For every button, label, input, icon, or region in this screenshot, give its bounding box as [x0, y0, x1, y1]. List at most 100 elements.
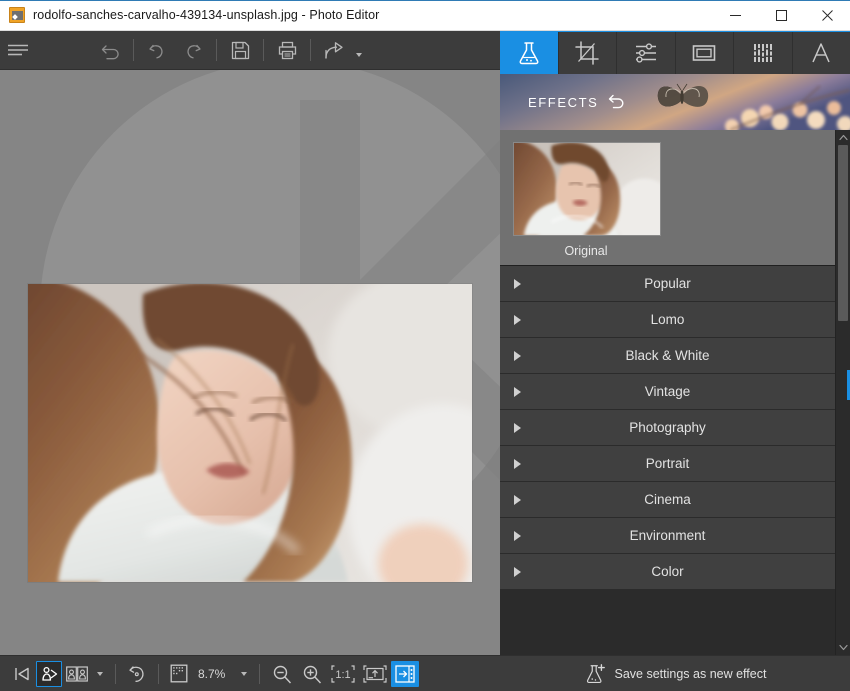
status-divider-2: [158, 663, 159, 684]
chevron-right-icon: [514, 386, 521, 397]
tab-frame[interactable]: [676, 31, 734, 74]
scrollbar-thumb[interactable]: [838, 145, 848, 321]
chevron-up-icon: [838, 134, 848, 141]
flask-icon: [519, 41, 539, 64]
scroll-up-button[interactable]: [836, 130, 850, 145]
panel-tabs: [500, 31, 850, 74]
zoom-dropdown-caret[interactable]: [236, 661, 252, 687]
undo-button[interactable]: [139, 31, 175, 70]
toolbar-divider-2: [216, 39, 217, 61]
title-accent-line: [0, 0, 850, 1]
chevron-down-icon: [97, 671, 103, 676]
minimize-button[interactable]: [712, 0, 758, 31]
save-settings-as-new-effect-button[interactable]: Save settings as new effect: [500, 655, 850, 691]
save-button[interactable]: [222, 31, 258, 70]
effects-header-title: EFFECTS: [528, 94, 599, 110]
original-label: Original: [564, 244, 608, 258]
chevron-right-icon: [514, 530, 521, 541]
category-row-black-and-white[interactable]: Black & White: [500, 338, 835, 374]
chevron-right-icon: [514, 422, 521, 433]
chevron-right-icon: [514, 458, 521, 469]
previous-image-button[interactable]: [10, 661, 36, 687]
actual-size-button[interactable]: 1:1: [327, 661, 359, 687]
share-button[interactable]: [316, 31, 352, 70]
close-button[interactable]: [804, 0, 850, 31]
status-divider-1: [115, 663, 116, 684]
tab-crop[interactable]: [559, 31, 617, 74]
chevron-down-icon: [241, 671, 247, 676]
crop-icon: [575, 40, 599, 65]
zoom-value: 8.7%: [198, 666, 226, 681]
chevron-right-icon: [514, 314, 521, 325]
category-label: Cinema: [644, 492, 691, 507]
toolbar-divider-4: [310, 39, 311, 61]
toolbar-divider-3: [263, 39, 264, 61]
category-label: Vintage: [644, 384, 691, 399]
effects-header-banner: EFFECTS: [500, 74, 850, 130]
category-row-vintage[interactable]: Vintage: [500, 374, 835, 410]
tab-effects[interactable]: [500, 31, 559, 74]
zoom-out-button[interactable]: [267, 661, 297, 687]
compare-button[interactable]: [62, 661, 92, 687]
category-row-lomo[interactable]: Lomo: [500, 302, 835, 338]
chevron-down-icon: [356, 52, 362, 57]
compare-dropdown-caret[interactable]: [92, 661, 108, 687]
category-label: Black & White: [625, 348, 710, 363]
photo-image: [28, 284, 472, 582]
tab-adjust[interactable]: [617, 31, 676, 74]
chevron-right-icon: [514, 350, 521, 361]
status-divider-3: [259, 663, 260, 684]
photo-editor-window: rodolfo-sanches-carvalho-439134-unsplash…: [0, 0, 850, 691]
right-panel: EFFECTS Original Popular Lomo Black & Wh…: [500, 31, 850, 691]
svg-text:1:1: 1:1: [335, 669, 350, 681]
effect-category-list: Popular Lomo Black & White Vintage Photo…: [500, 266, 835, 590]
original-thumbnail-item[interactable]: Original: [500, 130, 835, 266]
share-dropdown-caret[interactable]: [352, 31, 366, 70]
category-row-environment[interactable]: Environment: [500, 518, 835, 554]
slideshow-button[interactable]: [36, 660, 62, 687]
flask-plus-icon: [586, 663, 605, 683]
chevron-down-icon: [838, 644, 848, 651]
category-label: Popular: [644, 276, 691, 291]
title-bar: rodolfo-sanches-carvalho-439134-unsplash…: [0, 0, 850, 31]
rotate-button[interactable]: [123, 661, 151, 687]
frame-icon: [692, 44, 716, 61]
category-row-popular[interactable]: Popular: [500, 266, 835, 302]
chevron-right-icon: [514, 278, 521, 289]
effects-scrollbar[interactable]: [835, 130, 850, 655]
tab-texture[interactable]: [734, 31, 793, 74]
redo-button[interactable]: [175, 31, 211, 70]
tab-text[interactable]: [793, 31, 850, 74]
effects-reset-button[interactable]: [607, 93, 626, 111]
fit-to-window-button[interactable]: [359, 661, 391, 687]
effects-list-region: Original Popular Lomo Black & White Vint…: [500, 130, 850, 655]
image-canvas[interactable]: [0, 70, 500, 655]
save-settings-label: Save settings as new effect: [614, 666, 767, 681]
maximize-button[interactable]: [758, 0, 804, 31]
chevron-right-icon: [514, 566, 521, 577]
texture-icon: [753, 43, 772, 62]
window-controls: [712, 0, 850, 31]
original-thumbnail-image: [513, 142, 661, 236]
sliders-icon: [635, 42, 656, 63]
category-row-cinema[interactable]: Cinema: [500, 482, 835, 518]
toggle-panel-button[interactable]: [391, 660, 419, 687]
category-row-portrait[interactable]: Portrait: [500, 446, 835, 482]
photo-preview[interactable]: [28, 284, 472, 582]
text-a-icon: [812, 42, 830, 62]
category-row-photography[interactable]: Photography: [500, 410, 835, 446]
zoom-level-icon[interactable]: [166, 661, 192, 687]
scroll-down-button[interactable]: [836, 640, 850, 655]
status-bar: 8.7% 1:1: [0, 655, 500, 691]
scrollbar-track[interactable]: [836, 145, 850, 640]
category-row-color[interactable]: Color: [500, 554, 835, 590]
category-label: Lomo: [650, 312, 685, 327]
main-toolbar: [0, 31, 500, 70]
zoom-in-button[interactable]: [297, 661, 327, 687]
main-body: 8.7% 1:1 EFFECTS Original Popular Lomo B…: [0, 31, 850, 691]
revert-button[interactable]: [92, 31, 128, 70]
menu-button[interactable]: [0, 31, 36, 70]
category-label: Photography: [629, 420, 706, 435]
print-button[interactable]: [269, 31, 305, 70]
editor-area: 8.7% 1:1: [0, 31, 500, 691]
